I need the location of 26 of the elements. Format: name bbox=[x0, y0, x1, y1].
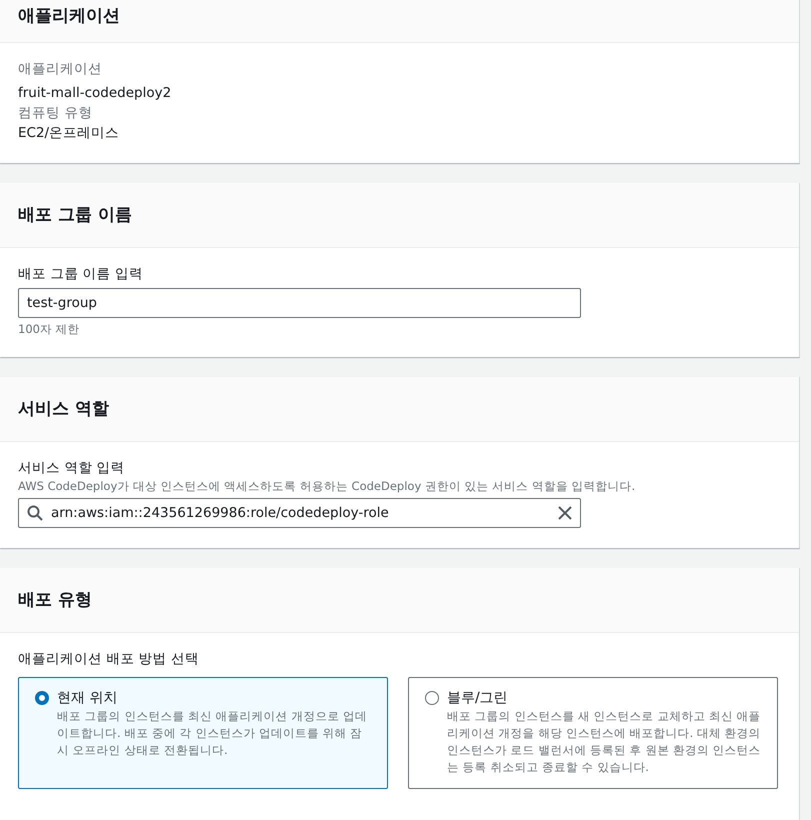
field-value: arn:aws:iam::243561269986:role/codedeploy-role bbox=[51, 505, 390, 521]
option-label: 현재 위치 bbox=[57, 689, 118, 708]
panel-title: 애플리케이션 bbox=[18, 5, 121, 28]
field-label: 컴퓨팅 유형 bbox=[18, 104, 94, 123]
field-label: 애플리케이션 bbox=[18, 60, 103, 79]
field-value: EC2/온프레미스 bbox=[18, 124, 120, 143]
field-value: fruit-mall-codedeploy2 bbox=[18, 84, 172, 103]
input-field[interactable]: test-group bbox=[18, 288, 581, 318]
panel-title: 서비스 역할 bbox=[18, 398, 110, 421]
clear-icon[interactable] bbox=[558, 506, 572, 520]
option-label: 블루/그린 bbox=[447, 689, 509, 708]
panel-title: 배포 유형 bbox=[18, 589, 93, 612]
radio-option-card[interactable]: 현재 위치 배포 그룹의 인스턴스를 최신 애플리케이션 개정으로 업데이트합니다. 배포 중에 각 인스턴스가 업데이트를 위해 잠시 오프라인 상태로 전환됩니다. bbox=[18, 677, 388, 789]
radio-button[interactable] bbox=[425, 691, 439, 705]
search-field[interactable]: arn:aws:iam::243561269986:role/codedeploy-role bbox=[18, 498, 581, 528]
hint-text: 100자 제한 bbox=[18, 322, 81, 337]
field-description: AWS CodeDeploy가 대상 인스턴스에 액세스하도록 허용하는 CodeDeploy 권한이 있는 서비스 역할을 입력합니다. bbox=[18, 478, 636, 494]
radio-button[interactable] bbox=[35, 691, 49, 705]
search-icon bbox=[27, 505, 43, 521]
option-description: 배포 그룹의 인스턴스를 새 인스턴스로 교체하고 최신 애플리케이션 개정을 해당 인스턴스에 배포합니다. 대체 환경의 인스턴스가 로드 밸런서에 등록된 후 원본 환경의 인스턴스는 등록 취소되고 종료할 수 있습니다. bbox=[447, 708, 761, 776]
option-description: 배포 그룹의 인스턴스를 최신 애플리케이션 개정으로 업데이트합니다. 배포 중에 각 인스턴스가 업데이트를 위해 잠시 오프라인 상태로 전환됩니다. bbox=[57, 708, 368, 759]
radio-option-card[interactable]: 블루/그린 배포 그룹의 인스턴스를 새 인스턴스로 교체하고 최신 애플리케이션 개정을 해당 인스턴스에 배포합니다. 대체 환경의 인스턴스가 로드 밸런서에 등록된 후 원본 환경의 인스턴스는 등록 취소되고 종료할 수 있습니다. bbox=[408, 677, 778, 789]
field-label: 서비스 역할 입력 bbox=[18, 459, 126, 478]
field-label: 애플리케이션 배포 방법 선택 bbox=[18, 650, 200, 669]
field-label: 배포 그룹 이름 입력 bbox=[18, 265, 144, 284]
panel-title: 배포 그룹 이름 bbox=[18, 204, 133, 227]
